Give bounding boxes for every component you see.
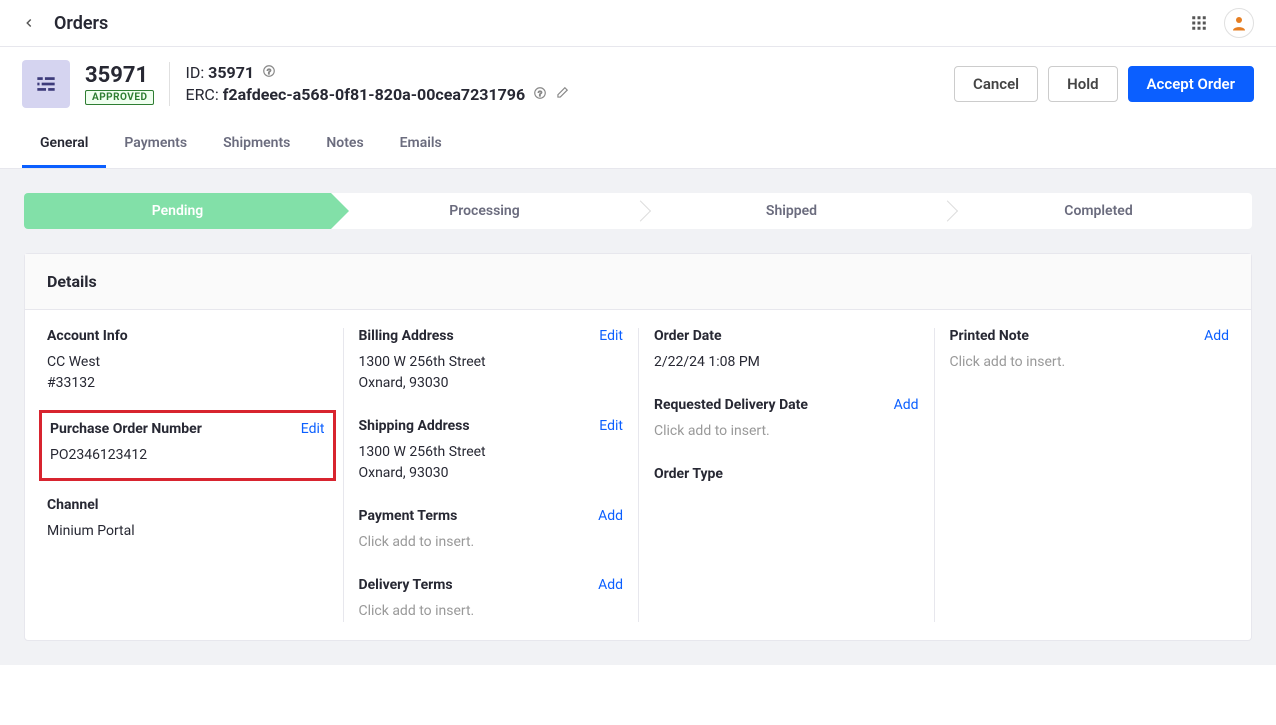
billing-line-2: Oxnard, 93030	[359, 373, 624, 394]
hold-button[interactable]: Hold	[1048, 66, 1117, 102]
order-icon	[22, 60, 70, 108]
requested-delivery-title: Requested Delivery Date	[654, 397, 808, 413]
erc-value: f2afdeec-a568-0f81-820a-00cea7231796	[223, 85, 525, 104]
order-date-title: Order Date	[654, 328, 722, 344]
apps-icon[interactable]	[1189, 13, 1209, 33]
id-value: 35971	[208, 63, 254, 82]
po-value: PO2346123412	[50, 445, 325, 466]
tab-emails[interactable]: Emails	[382, 121, 460, 168]
payment-terms-title: Payment Terms	[359, 508, 458, 524]
svg-text:?: ?	[538, 89, 542, 98]
id-label: ID:	[185, 63, 208, 82]
progress-steps: Pending Processing Shipped Completed	[24, 193, 1252, 229]
shipping-line-2: Oxnard, 93030	[359, 463, 624, 484]
svg-text:?: ?	[267, 67, 271, 76]
printed-note-placeholder: Click add to insert.	[950, 352, 1230, 373]
shipping-title: Shipping Address	[359, 418, 470, 434]
tab-payments[interactable]: Payments	[106, 121, 205, 168]
channel-title: Channel	[47, 497, 98, 513]
requested-delivery-add-link[interactable]: Add	[894, 397, 919, 413]
tab-shipments[interactable]: Shipments	[205, 121, 308, 168]
po-title: Purchase Order Number	[50, 421, 202, 437]
delivery-terms-placeholder: Click add to insert.	[359, 601, 624, 622]
step-completed: Completed	[945, 193, 1252, 229]
status-badge: APPROVED	[85, 90, 154, 105]
info-icon[interactable]: ?	[533, 86, 547, 100]
channel-value: Minium Portal	[47, 521, 328, 542]
delivery-terms-title: Delivery Terms	[359, 577, 453, 593]
payment-terms-add-link[interactable]: Add	[598, 508, 623, 524]
account-info-title: Account Info	[47, 328, 128, 344]
po-edit-link[interactable]: Edit	[301, 421, 325, 437]
shipping-edit-link[interactable]: Edit	[599, 418, 623, 434]
order-type-title: Order Type	[654, 466, 723, 482]
accept-order-button[interactable]: Accept Order	[1128, 66, 1254, 102]
order-number: 35971	[85, 63, 154, 88]
po-highlight: Purchase Order Number Edit PO2346123412	[39, 410, 336, 481]
details-panel-title: Details	[25, 254, 1251, 310]
step-processing: Processing	[331, 193, 638, 229]
step-pending: Pending	[24, 193, 331, 229]
edit-icon[interactable]	[555, 86, 569, 100]
billing-line-1: 1300 W 256th Street	[359, 352, 624, 373]
payment-terms-placeholder: Click add to insert.	[359, 532, 624, 553]
billing-title: Billing Address	[359, 328, 454, 344]
account-name: CC West	[47, 352, 328, 373]
shipping-line-1: 1300 W 256th Street	[359, 442, 624, 463]
erc-label: ERC:	[185, 85, 222, 104]
order-date-value: 2/22/24 1:08 PM	[654, 352, 919, 373]
tab-notes[interactable]: Notes	[308, 121, 381, 168]
info-icon[interactable]: ?	[262, 64, 276, 78]
requested-delivery-placeholder: Click add to insert.	[654, 421, 919, 442]
delivery-terms-add-link[interactable]: Add	[598, 577, 623, 593]
printed-note-title: Printed Note	[950, 328, 1029, 344]
billing-edit-link[interactable]: Edit	[599, 328, 623, 344]
cancel-button[interactable]: Cancel	[954, 66, 1038, 102]
account-id: #33132	[47, 373, 328, 394]
avatar[interactable]	[1224, 8, 1254, 38]
step-shipped: Shipped	[638, 193, 945, 229]
printed-note-add-link[interactable]: Add	[1204, 328, 1229, 344]
divider	[169, 62, 170, 106]
page-title: Orders	[54, 13, 108, 34]
tab-general[interactable]: General	[22, 121, 106, 168]
back-button[interactable]	[22, 16, 36, 30]
